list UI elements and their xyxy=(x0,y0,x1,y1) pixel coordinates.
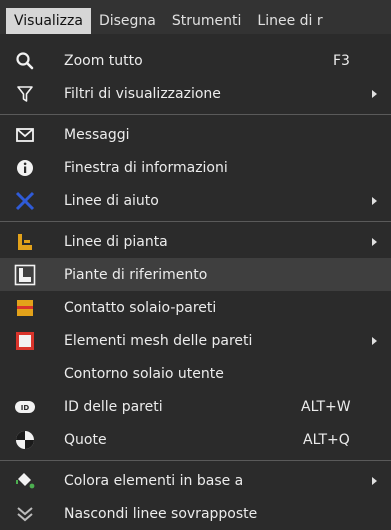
submenu-arrow-icon xyxy=(372,196,377,205)
menu-item-label: Messaggi xyxy=(64,126,130,143)
menu-item-shortcut: ALT+Q xyxy=(303,431,350,448)
menu-item-label: Filtri di visualizzazione xyxy=(64,85,221,102)
menu-item-piante-riferimento[interactable]: Piante di riferimento xyxy=(0,258,391,291)
menu-separator xyxy=(0,114,391,115)
info-icon xyxy=(14,157,36,179)
menu-item-quote[interactable]: Quote ALT+Q xyxy=(0,423,391,456)
wall-mesh-icon xyxy=(14,330,36,352)
menu-item-label: Elementi mesh delle pareti xyxy=(64,332,253,349)
menu-item-label: Contorno solaio utente xyxy=(64,365,224,382)
menu-item-nascondi-linee-sovrapposte[interactable]: Nascondi linee sovrapposte xyxy=(0,497,391,530)
envelope-icon xyxy=(14,124,36,146)
submenu-arrow-icon xyxy=(372,336,377,345)
menu-item-messaggi[interactable]: Messaggi xyxy=(0,118,391,151)
svg-text:ID: ID xyxy=(21,404,30,412)
submenu-arrow-icon xyxy=(372,476,377,485)
menu-item-contatto-solaio-pareti[interactable]: Contatto solaio-pareti xyxy=(0,291,391,324)
menubar-item-strumenti[interactable]: Strumenti xyxy=(164,8,250,34)
menu-item-shortcut: F3 xyxy=(333,52,350,69)
reference-plan-icon xyxy=(14,264,36,286)
menu-separator xyxy=(0,221,391,222)
menu-item-finestra-informazioni[interactable]: Finestra di informazioni xyxy=(0,151,391,184)
menu-item-contorno-solaio-utente[interactable]: Contorno solaio utente xyxy=(0,357,391,390)
menu-item-label: Zoom tutto xyxy=(64,52,143,69)
menu-bar: Visualizza Disegna Strumenti Linee di r xyxy=(0,0,391,34)
menu-item-filtri-visualizzazione[interactable]: Filtri di visualizzazione xyxy=(0,77,391,110)
paint-bucket-icon xyxy=(14,470,36,492)
menu-item-label: Linee di pianta xyxy=(64,233,168,250)
submenu-arrow-icon xyxy=(372,237,377,246)
menubar-item-disegna[interactable]: Disegna xyxy=(91,8,164,34)
menu-item-id-pareti[interactable]: ID ID delle pareti ALT+W xyxy=(0,390,391,423)
menu-item-label: Piante di riferimento xyxy=(64,266,208,283)
menu-item-colora-elementi[interactable]: Colora elementi in base a xyxy=(0,464,391,497)
menu-item-label: Linee di aiuto xyxy=(64,192,159,209)
menu-item-shortcut: ALT+W xyxy=(301,398,351,415)
submenu-arrow-icon xyxy=(372,89,377,98)
menu-item-label: Nascondi linee sovrapposte xyxy=(64,505,258,522)
double-chevron-icon xyxy=(14,503,36,525)
menu-item-linee-pianta[interactable]: Linee di pianta xyxy=(0,225,391,258)
menu-item-linee-aiuto[interactable]: Linee di aiuto xyxy=(0,184,391,217)
filter-funnel-icon xyxy=(14,83,36,105)
floor-plan-icon xyxy=(14,231,36,253)
blue-cross-icon xyxy=(14,190,36,212)
menu-item-label: Finestra di informazioni xyxy=(64,159,228,176)
menu-item-label: Quote xyxy=(64,431,107,448)
visualizza-dropdown-menu: Zoom tutto F3 Filtri di visualizzazione … xyxy=(0,34,391,522)
magnifier-icon xyxy=(14,50,36,72)
dimension-target-icon xyxy=(14,429,36,451)
menubar-item-visualizza[interactable]: Visualizza xyxy=(6,8,91,34)
menu-item-label: Colora elementi in base a xyxy=(64,472,244,489)
menu-separator xyxy=(0,460,391,461)
menu-item-label: ID delle pareti xyxy=(64,398,163,415)
menu-item-elementi-mesh-pareti[interactable]: Elementi mesh delle pareti xyxy=(0,324,391,357)
menu-item-zoom-tutto[interactable]: Zoom tutto F3 xyxy=(0,44,391,77)
slab-wall-contact-icon xyxy=(14,297,36,319)
menubar-item-linee[interactable]: Linee di r xyxy=(249,8,330,34)
id-tag-icon: ID xyxy=(14,396,36,418)
menu-item-label: Contatto solaio-pareti xyxy=(64,299,217,316)
